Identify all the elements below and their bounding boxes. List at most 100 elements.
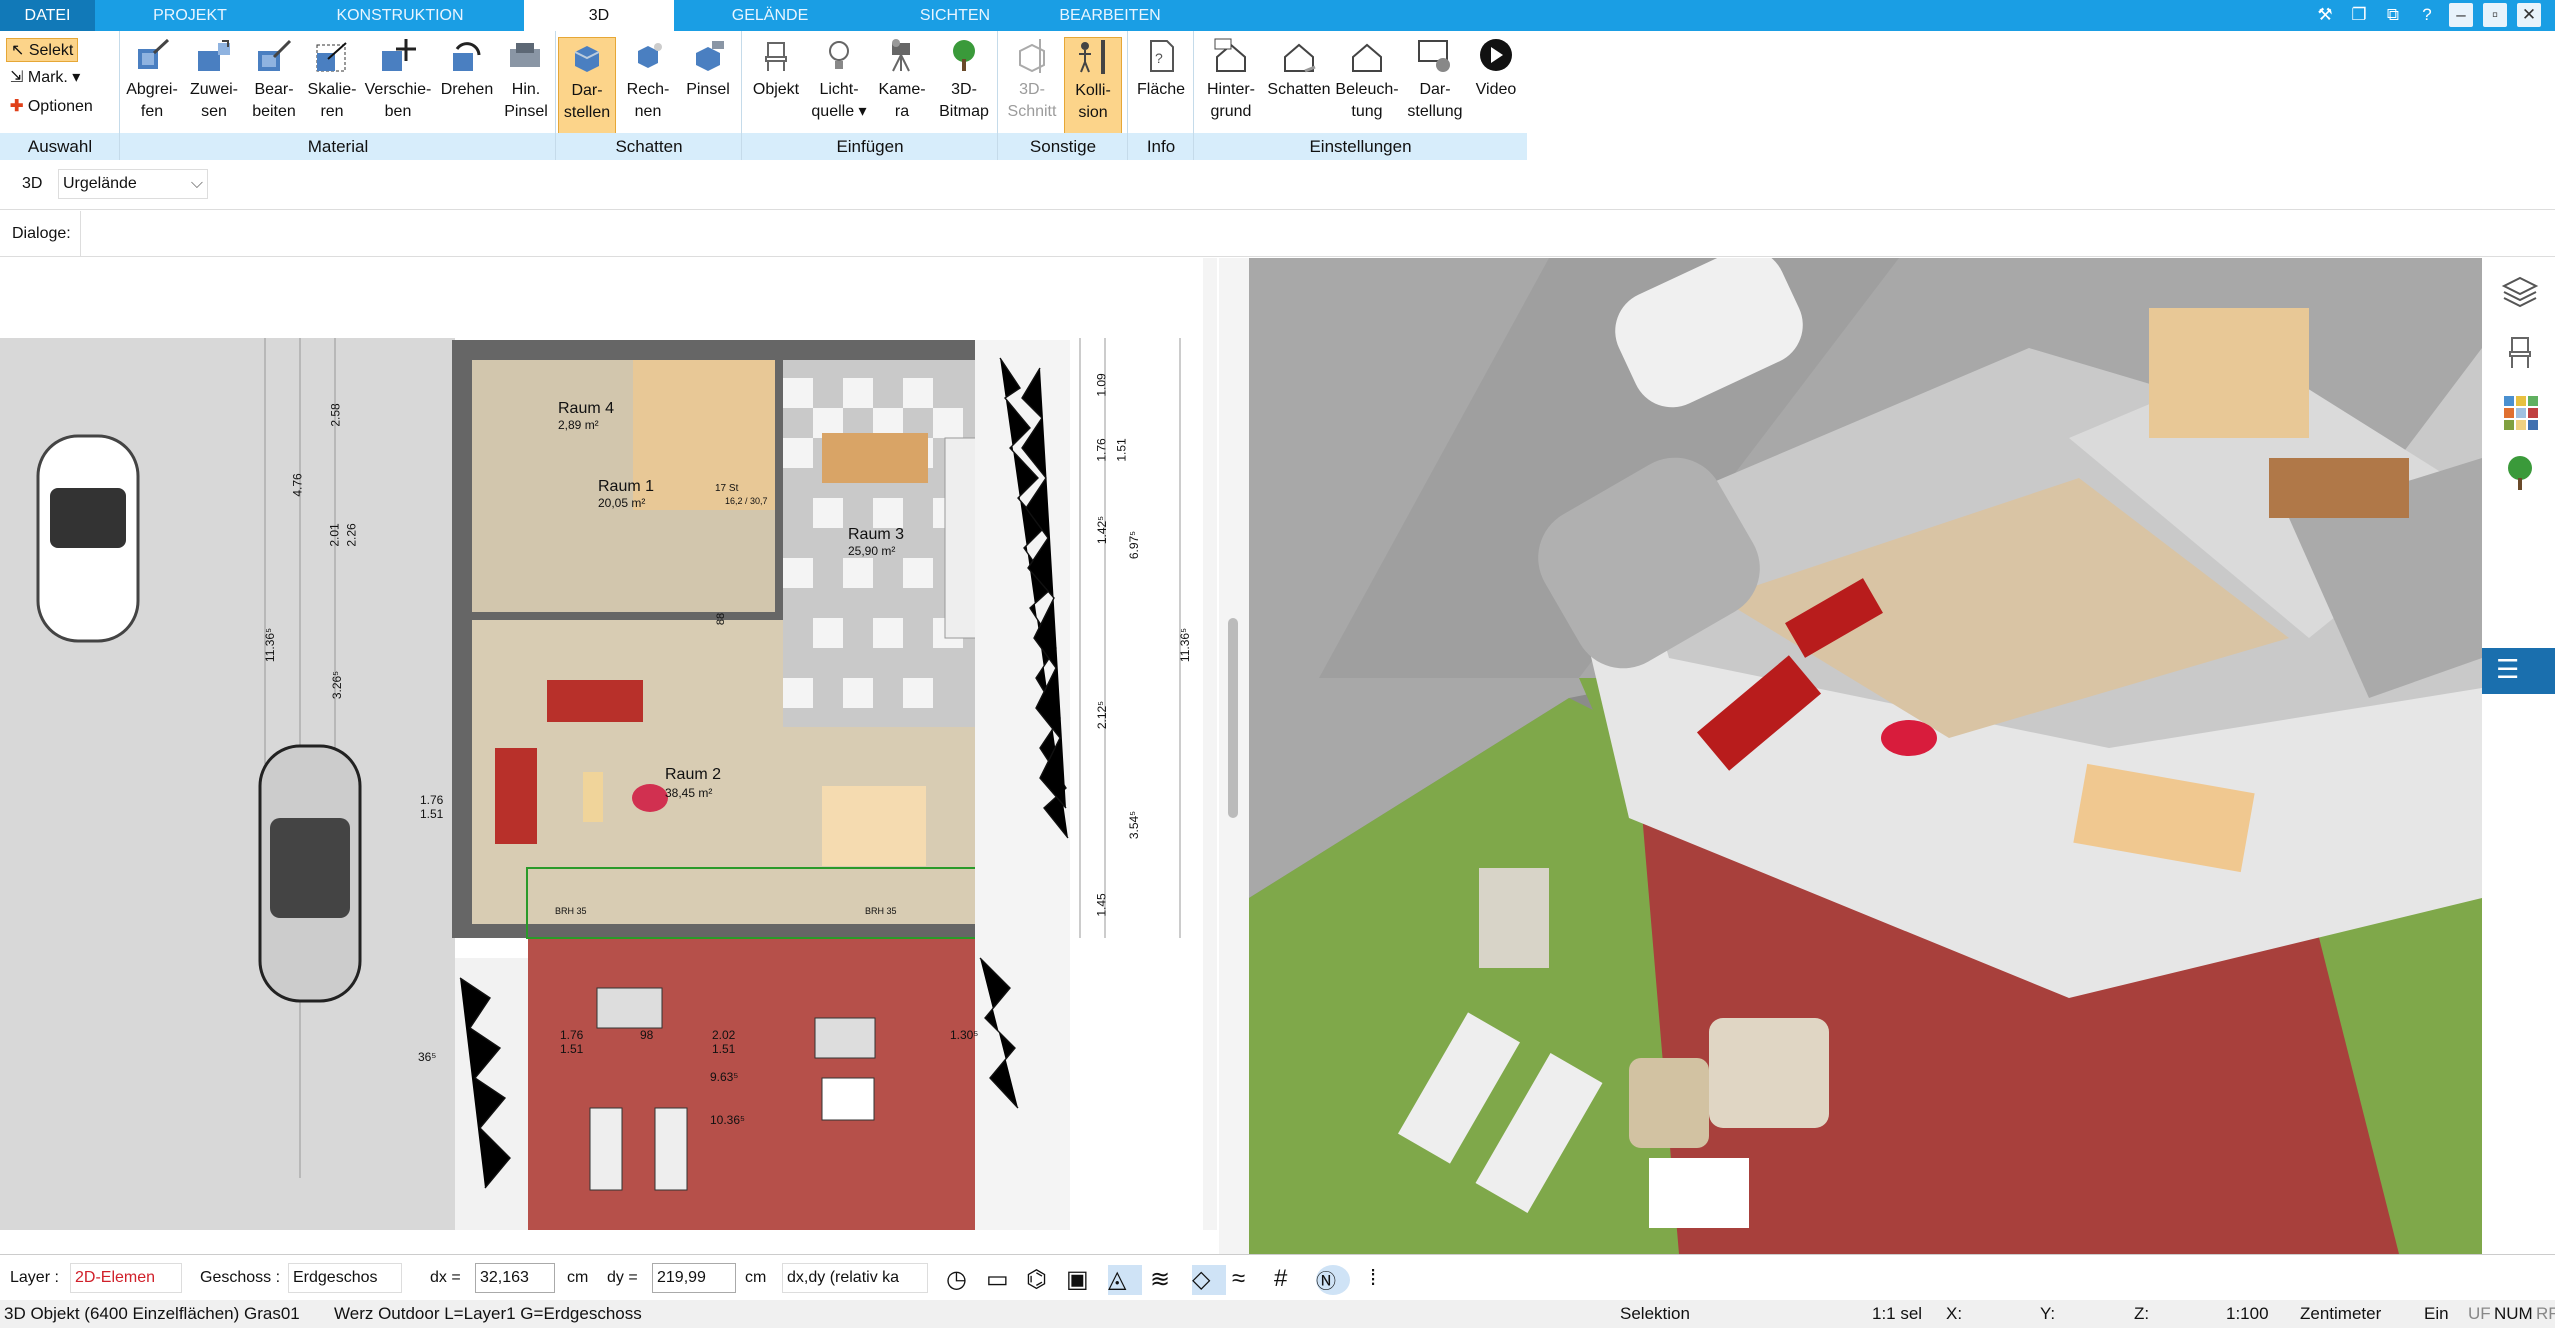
darstellung-button[interactable]: Dar-stellung xyxy=(1400,37,1470,123)
status-layer-info: Werz Outdoor L=Layer1 G=Erdgeschoss xyxy=(334,1304,642,1323)
tab-gelaende[interactable]: GELÄNDE xyxy=(700,0,840,31)
dim-label: 98 xyxy=(640,1028,654,1042)
room-area: 38,45 m² xyxy=(665,786,713,800)
geschoss-select-value: Erdgeschos xyxy=(293,1269,378,1286)
dim-label: 1.51 xyxy=(560,1042,584,1056)
status-selection-count: 1:1 sel xyxy=(1872,1304,1923,1323)
btn-line2: Bitmap xyxy=(939,103,989,120)
hamburger-icon: ☰ xyxy=(2496,654,2520,684)
dim-label: 1.51 xyxy=(420,807,444,821)
btn-line1: Licht- xyxy=(819,81,859,98)
object-icon[interactable]: ▣ xyxy=(1066,1265,1100,1295)
btn-line2: Pinsel xyxy=(504,103,548,120)
kollision-button[interactable]: Kolli-sion xyxy=(1064,37,1122,135)
view-divider[interactable] xyxy=(1219,258,1249,1254)
house-shadow-icon xyxy=(1284,43,1316,73)
clock-icon[interactable]: ◷ xyxy=(946,1265,980,1295)
status-uf: UF xyxy=(2468,1304,2491,1323)
tools-icon[interactable]: ⚒ xyxy=(2313,3,2337,27)
snow-icon[interactable]: ≈ xyxy=(1232,1265,1266,1295)
3d-schnitt-button[interactable]: 3D- Schnitt xyxy=(1002,37,1062,123)
btn-line1: Zuwei- xyxy=(189,81,238,98)
verschieben-button[interactable]: Verschie-ben xyxy=(358,37,438,123)
copy-window-icon[interactable]: ❐ xyxy=(2347,3,2371,27)
mark-button[interactable]: ⇲ Mark. ▾ xyxy=(10,67,80,87)
dy-value: 219,99 xyxy=(657,1269,706,1286)
display-settings-icon xyxy=(1418,40,1450,72)
grid-icon[interactable]: # xyxy=(1274,1265,1308,1295)
lounge-chair xyxy=(814,1017,876,1059)
plan-scrollbar[interactable] xyxy=(1203,258,1217,1230)
btn-line2: fen xyxy=(140,103,164,120)
drehen-button[interactable]: Drehen xyxy=(432,37,502,101)
furniture-icon[interactable] xyxy=(2500,332,2540,372)
layer-select[interactable]: 2D-Elemen xyxy=(70,1263,182,1293)
restore-window-icon[interactable]: ⧉ xyxy=(2381,3,2405,27)
btn-line2: tung xyxy=(1351,103,1383,120)
btn-line2: stellung xyxy=(1407,103,1463,120)
shadow-cube-icon xyxy=(574,46,600,72)
plane-icon[interactable]: ◇ xyxy=(1192,1265,1226,1295)
selekt-button[interactable]: ↖ Selekt xyxy=(6,38,79,62)
kamera-button[interactable]: Kame-ra xyxy=(872,37,932,123)
north-icon[interactable]: Ⓝ xyxy=(1316,1265,1350,1295)
beleuchtung-button[interactable]: Beleuch-tung xyxy=(1332,37,1402,123)
3d-bitmap-button[interactable]: 3D- Bitmap xyxy=(932,37,996,123)
close-button[interactable]: ✕ xyxy=(2517,3,2541,27)
status-z: Z: xyxy=(2134,1304,2150,1323)
layers-icon[interactable] xyxy=(2500,272,2540,312)
btn-line1: 3D- xyxy=(1019,81,1045,98)
materials-icon[interactable] xyxy=(2500,392,2540,432)
schatten-pinsel-button[interactable]: Pinsel xyxy=(678,37,738,101)
darstellen-button[interactable]: Dar-stellen xyxy=(558,37,616,135)
tab-projekt[interactable]: PROJEKT xyxy=(120,0,260,31)
3d-view[interactable] xyxy=(1249,258,2482,1254)
btn-line1: 3D- xyxy=(951,81,977,98)
coordinate-mode-select[interactable]: dx,dy (relativ ka xyxy=(782,1263,928,1293)
tab-datei[interactable]: DATEI xyxy=(0,0,95,31)
schatten-einst-button[interactable]: Schatten xyxy=(1264,37,1334,101)
tab-konstruktion[interactable]: KONSTRUKTION xyxy=(300,0,500,31)
skalieren-button[interactable]: Skalie-ren xyxy=(300,37,364,123)
dx-unit: cm xyxy=(567,1269,589,1286)
hintergrund-button[interactable]: Hinter-grund xyxy=(1198,37,1264,123)
objekt-button[interactable]: Objekt xyxy=(748,37,804,101)
lichtquelle-button[interactable]: Licht-quelle ▾ xyxy=(808,37,870,123)
flaeche-button[interactable]: ? Fläche xyxy=(1132,37,1190,101)
layer-bar: Layer : 2D-Elemen Geschoss : Erdgeschos … xyxy=(0,1254,2555,1300)
optionen-button[interactable]: ✚ Optionen xyxy=(10,96,93,116)
video-button[interactable]: Video xyxy=(1468,37,1524,101)
dim-label: 10.36⁵ xyxy=(710,1113,746,1127)
terrain-select[interactable]: Urgelände ⌵ xyxy=(58,169,208,199)
btn-line1: Bear- xyxy=(254,81,294,98)
dim-label: 2.58 xyxy=(328,403,343,427)
dim-label: 1.45 xyxy=(1094,893,1109,917)
terrain-icon[interactable]: ◬ xyxy=(1108,1265,1142,1295)
tab-bearbeiten[interactable]: BEARBEITEN xyxy=(1040,0,1180,31)
splitter-handle[interactable] xyxy=(1228,618,1238,818)
tab-sichten[interactable]: SICHTEN xyxy=(880,0,1030,31)
window-controls: ⚒ ❐ ⧉ ? – ▫ ✕ xyxy=(2313,3,2541,27)
camera-icon[interactable]: ⌬ xyxy=(1026,1265,1060,1295)
monitor-icon[interactable]: ▭ xyxy=(986,1265,1020,1295)
btn-line1: Pinsel xyxy=(686,81,730,98)
geschoss-select[interactable]: Erdgeschos xyxy=(288,1263,402,1293)
more-icon[interactable]: ⁞ xyxy=(1370,1265,1404,1295)
hin-pinsel-button[interactable]: Hin. Pinsel xyxy=(496,37,556,123)
rechnen-button[interactable]: Rech-nen xyxy=(618,37,678,123)
tab-3d[interactable]: 3D xyxy=(524,0,674,31)
abgreifen-button[interactable]: Abgrei-fen xyxy=(120,37,184,123)
dx-input[interactable]: 32,163 xyxy=(475,1263,555,1293)
bearbeiten-button[interactable]: Bear-beiten xyxy=(242,37,306,123)
status-bar: 3D Objekt (6400 Einzelflächen) Gras01 We… xyxy=(0,1300,2555,1328)
zuweisen-button[interactable]: Zuwei-sen xyxy=(182,37,246,123)
minimize-button[interactable]: – xyxy=(2449,3,2473,27)
maximize-button[interactable]: ▫ xyxy=(2483,3,2507,27)
floor-plan-view[interactable]: Raum 4 2,89 m² Raum 1 20,05 m² Raum 3 25… xyxy=(0,258,1219,1230)
plants-icon[interactable] xyxy=(2500,452,2540,492)
help-icon[interactable]: ? xyxy=(2415,3,2439,27)
wave-icon[interactable]: ≋ xyxy=(1150,1265,1184,1295)
panel-toggle[interactable]: ☰ xyxy=(2482,648,2555,694)
dy-input[interactable]: 219,99 xyxy=(652,1263,736,1293)
group-label-einfuegen: Einfügen xyxy=(742,133,998,160)
